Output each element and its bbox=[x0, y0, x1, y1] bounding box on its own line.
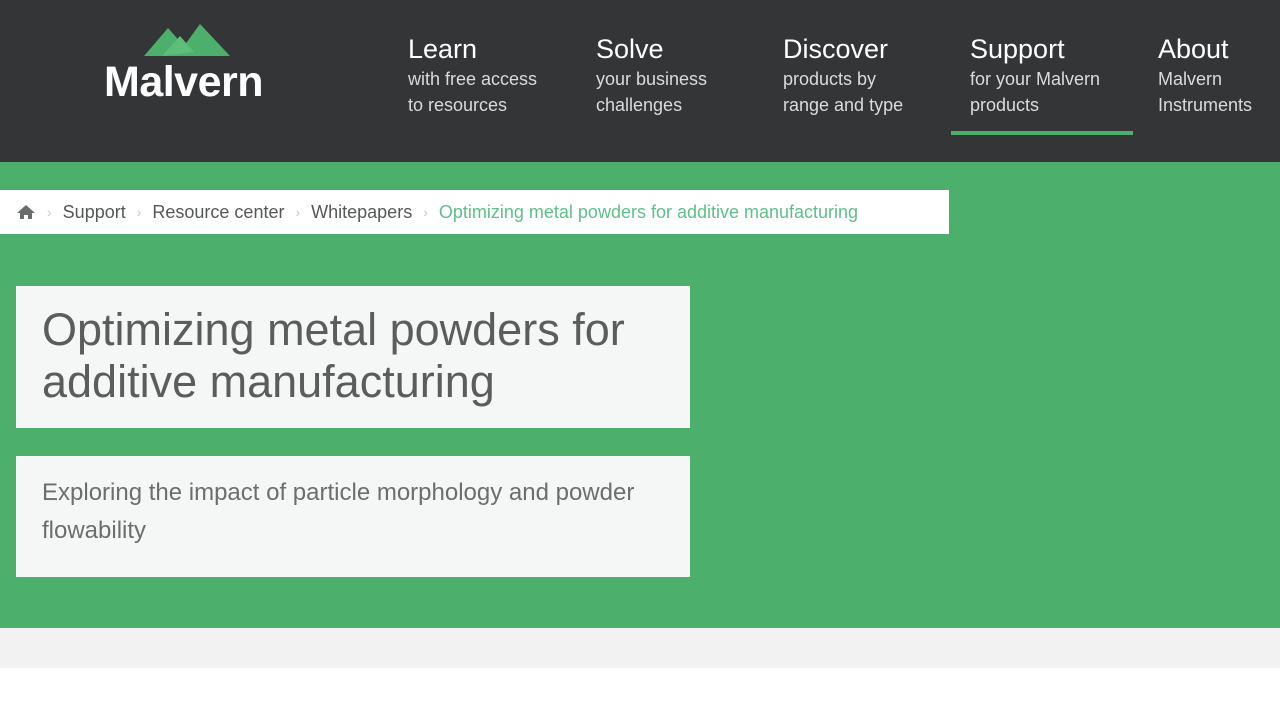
home-icon[interactable] bbox=[16, 204, 36, 220]
nav-discover-title: Discover bbox=[783, 34, 889, 64]
chevron-right-icon: › bbox=[295, 204, 301, 220]
logo-text: Malvern bbox=[104, 58, 264, 106]
page-title-card: Optimizing metal powders for additive ma… bbox=[16, 286, 690, 428]
nav-discover[interactable]: Discover products by range and type bbox=[783, 32, 913, 118]
nav-learn-title: Learn bbox=[408, 34, 478, 64]
malvern-logo[interactable]: Malvern bbox=[104, 22, 274, 112]
nav-support-sub: for your Malvern products bbox=[970, 69, 1101, 115]
page-subtitle: Exploring the impact of particle morphol… bbox=[42, 479, 635, 544]
page-subtitle-card: Exploring the impact of particle morphol… bbox=[16, 456, 690, 577]
page-title: Optimizing metal powders for additive ma… bbox=[42, 304, 625, 407]
chevron-right-icon: › bbox=[136, 204, 142, 220]
nav-support[interactable]: Support for your Malvern products bbox=[970, 32, 1110, 118]
nav-support-title: Support bbox=[970, 34, 1065, 64]
nav-solve-title: Solve bbox=[596, 34, 664, 64]
chevron-right-icon: › bbox=[423, 204, 428, 220]
nav-learn[interactable]: Learn with free access to resources bbox=[408, 32, 548, 118]
breadcrumb: › Support › Resource center › Whitepaper… bbox=[0, 190, 949, 234]
breadcrumb-whitepapers[interactable]: Whitepapers bbox=[311, 202, 412, 223]
malvern-mountain-logo-icon bbox=[144, 24, 230, 56]
nav-solve-sub: your business challenges bbox=[596, 69, 708, 115]
nav-about-title: About bbox=[1158, 34, 1229, 64]
content-divider-strip bbox=[0, 628, 1280, 668]
breadcrumb-resource-center[interactable]: Resource center bbox=[152, 202, 284, 223]
breadcrumb-current: Optimizing metal powders for additive ma… bbox=[438, 201, 859, 222]
chevron-right-icon: › bbox=[47, 204, 52, 220]
active-nav-indicator bbox=[951, 131, 1133, 135]
nav-about[interactable]: About Malvern Instruments bbox=[1158, 32, 1268, 118]
nav-learn-sub: with free access to resources bbox=[408, 69, 538, 115]
breadcrumb-support[interactable]: Support bbox=[63, 202, 126, 223]
nav-about-sub: Malvern Instruments bbox=[1158, 69, 1253, 115]
site-header: Malvern Learn with free access to resour… bbox=[0, 0, 1280, 162]
nav-discover-sub: products by range and type bbox=[783, 69, 904, 115]
nav-solve[interactable]: Solve your business challenges bbox=[596, 32, 716, 118]
